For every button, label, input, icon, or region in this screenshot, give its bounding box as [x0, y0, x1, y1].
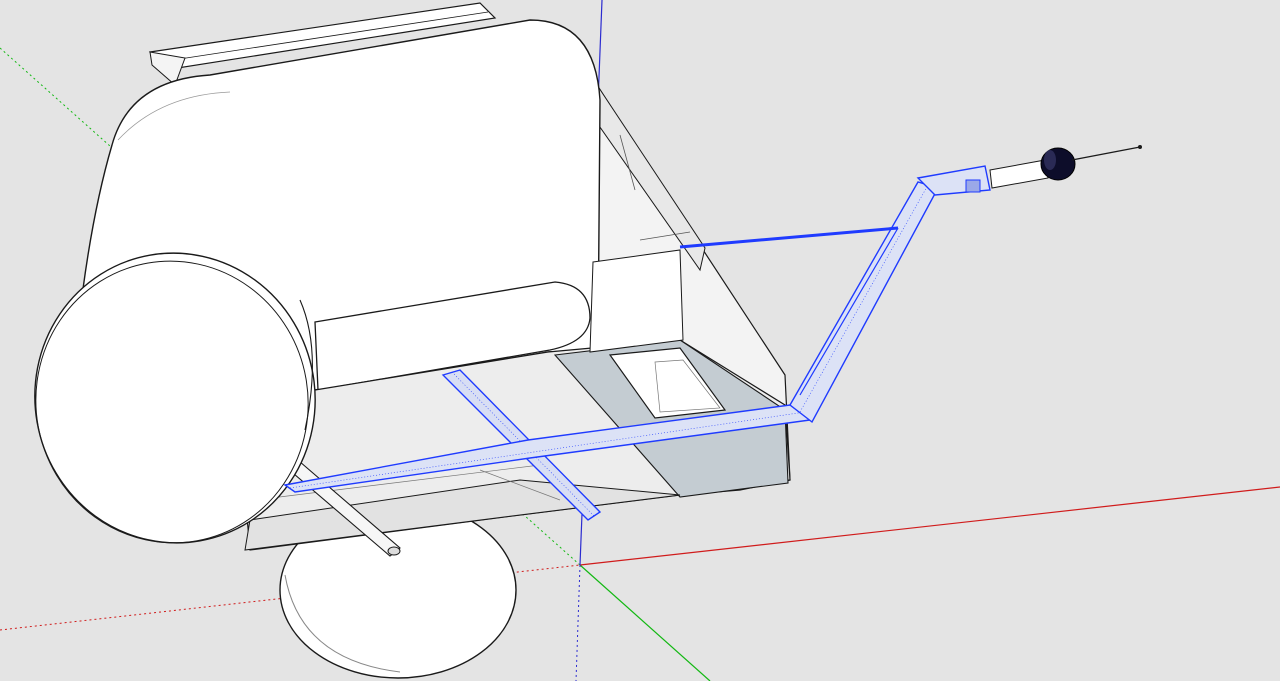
green-axis-solid [579, 564, 711, 681]
blue-axis-dotted [575, 564, 581, 681]
modeling-viewport[interactable] [0, 0, 1280, 681]
3d-model-canvas[interactable] [0, 0, 1280, 681]
red-axis-solid [579, 486, 1280, 566]
hitch-connector[interactable] [989, 145, 1142, 189]
